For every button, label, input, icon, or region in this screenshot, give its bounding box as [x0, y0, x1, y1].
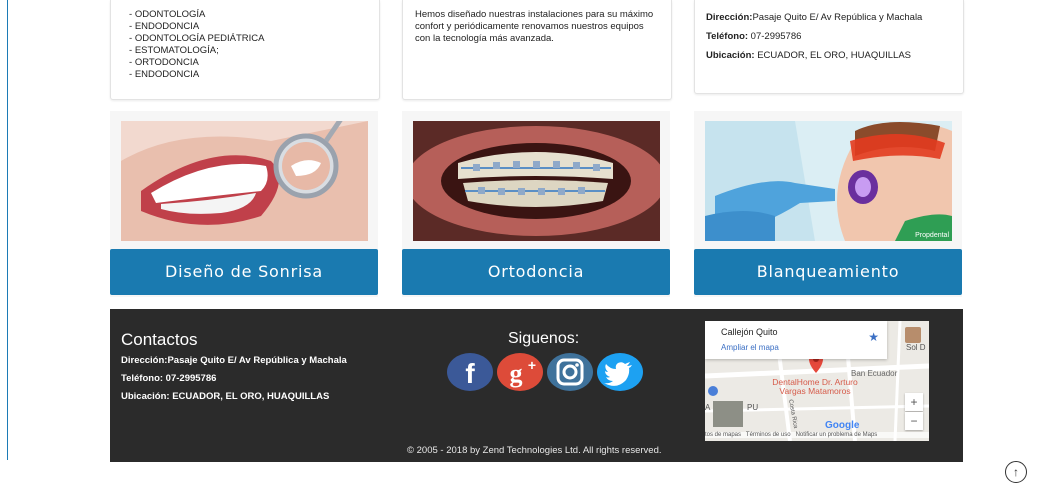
footer-location: Ubicación: ECUADOR, EL ORO, HUAQUILLAS — [121, 391, 330, 402]
star-icon[interactable]: ★ — [868, 330, 879, 344]
map-enlarge-link[interactable]: Ampliar el mapa — [721, 343, 779, 352]
service-tile-smile[interactable]: Diseño de Sonrisa — [110, 111, 378, 297]
tile-button-smile-design[interactable]: Diseño de Sonrisa — [110, 249, 378, 295]
facebook-icon[interactable]: f — [447, 353, 493, 391]
avatar — [905, 327, 921, 343]
facilities-card: Hemos diseñado nuestras instalaciones pa… — [402, 0, 672, 100]
svg-text:f: f — [465, 358, 475, 389]
tile-button-orthodontics[interactable]: Ortodoncia — [402, 249, 670, 295]
map-label-left: A — [705, 403, 711, 412]
phone-line: Teléfono: 07-2995786 — [706, 27, 963, 46]
zoom-in-button[interactable]: + — [905, 393, 923, 411]
list-item: ODONTOLOGÍA PEDIÁTRICA — [135, 33, 379, 45]
list-item: ORTODONCIA — [135, 57, 379, 69]
address-label: Dirección: — [706, 12, 753, 23]
svg-text:+: + — [528, 357, 536, 373]
address-value: Pasaje Quito E/ Av República y Machala — [752, 12, 923, 23]
list-item: ENDODONCIA — [135, 69, 379, 81]
services-card: ODONTOLOGÍA ENDODONCIA ODONTOLOGÍA PEDIÁ… — [110, 0, 380, 100]
map-google-logo: Google — [825, 420, 860, 431]
list-item: ODONTOLOGÍA — [135, 9, 379, 21]
map-place-card: Callejón Quito Ampliar el mapa ★ — [705, 321, 887, 359]
scroll-to-top-button[interactable]: ↑ — [1005, 461, 1027, 483]
service-tile-whitening[interactable]: Propdental Blanqueamiento — [694, 111, 962, 297]
footer-phone: Teléfono: 07-2995786 — [121, 373, 217, 384]
map-label-clinic: DentalHome Dr. Arturo Vargas Matamoros — [772, 377, 858, 396]
location-line: Ubicación: ECUADOR, EL ORO, HUAQUILLAS — [706, 46, 963, 65]
whitening-photo: Propdental — [705, 121, 952, 241]
location-label: Ubicación: — [706, 50, 755, 61]
watermark-text: Propdental — [915, 232, 949, 239]
tile-button-whitening[interactable]: Blanqueamiento — [694, 249, 962, 295]
facilities-text: Hemos diseñado nuestras instalaciones pa… — [415, 9, 654, 44]
map-label-sol: Sol D — [906, 343, 926, 352]
google-plus-icon[interactable]: g + — [497, 353, 543, 391]
phone-label: Teléfono: — [706, 31, 749, 42]
list-item: ENDODONCIA — [135, 21, 379, 33]
footer: Contactos Dirección:Pasaje Quito E/ Av R… — [110, 309, 963, 462]
instagram-icon[interactable] — [547, 353, 593, 391]
phone-value: 07-2995786 — [748, 31, 802, 42]
service-tile-orthodontics[interactable]: Ortodoncia — [402, 111, 670, 297]
zoom-out-button[interactable]: − — [905, 412, 923, 430]
smile-photo — [121, 121, 368, 241]
map-place-name: Callejón Quito — [721, 327, 778, 337]
list-item: ESTOMATOLOGÍA; — [135, 45, 379, 57]
left-border-line — [7, 0, 8, 460]
social-title: Siguenos: — [508, 330, 580, 347]
contact-card: Dirección:Pasaje Quito E/ Av República y… — [694, 0, 964, 94]
services-list: ODONTOLOGÍA ENDODONCIA ODONTOLOGÍA PEDIÁ… — [135, 9, 379, 81]
svg-text:g: g — [510, 359, 523, 388]
braces-photo — [413, 121, 660, 241]
copyright-text: © 2005 - 2018 by Zend Technologies Ltd. … — [407, 445, 662, 456]
footer-address: Dirección:Pasaje Quito E/ Av República y… — [121, 355, 347, 366]
location-value: ECUADOR, EL ORO, HUAQUILLAS — [754, 50, 911, 61]
map-label-left2: PU — [747, 403, 759, 412]
twitter-icon[interactable] — [597, 353, 643, 391]
map-footer-links[interactable]: tos de mapas Términos de uso Notificar u… — [705, 432, 929, 438]
map-embed[interactable]: Callejón Quito Ampliar el mapa ★ Sol D B… — [705, 321, 929, 441]
footer-title: Contactos — [121, 330, 198, 349]
arrow-up-icon: ↑ — [1013, 465, 1019, 479]
address-line: Dirección:Pasaje Quito E/ Av República y… — [706, 8, 963, 27]
